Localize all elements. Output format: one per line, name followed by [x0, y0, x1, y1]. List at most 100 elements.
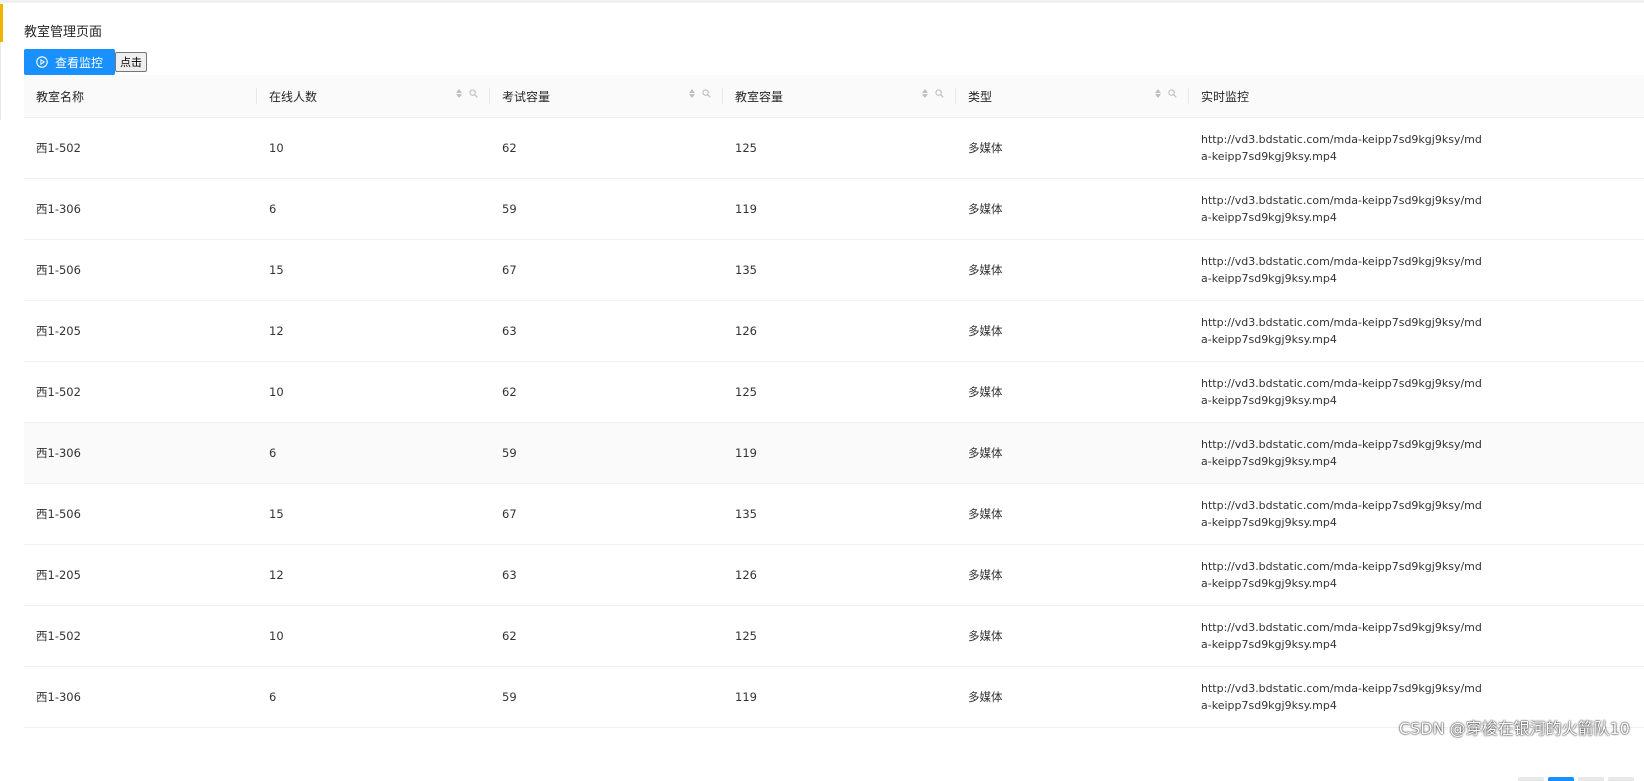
- cell-type: 多媒体: [956, 666, 1189, 728]
- pagination-page-active[interactable]: [1548, 777, 1574, 781]
- accent-bar: [0, 4, 3, 42]
- column-header-label: 在线人数: [269, 89, 318, 104]
- cell-type: 多媒体: [956, 605, 1189, 667]
- table-row[interactable]: 西1-205 12 63 126 多媒体 http://vd3.bdstatic.com/…: [24, 544, 1644, 606]
- cell-monitor-url: http://vd3.bdstatic.com/mda-keipp7sd9kgj…: [1189, 178, 1644, 240]
- search-icon[interactable]: [702, 89, 711, 98]
- cell-classroom-name: 西1-502: [24, 605, 257, 667]
- cell-online-count: 15: [257, 483, 490, 545]
- top-strip: [0, 0, 1644, 3]
- cell-room-capacity: 125: [723, 117, 956, 179]
- table-row[interactable]: 西1-506 15 67 135 多媒体 http://vd3.bdstatic.com/…: [24, 239, 1644, 301]
- column-header-online-count[interactable]: 在线人数: [257, 75, 490, 118]
- search-icon[interactable]: [1168, 89, 1177, 98]
- column-tools: [689, 89, 711, 98]
- cell-online-count: 12: [257, 300, 490, 362]
- left-divider: [0, 42, 1, 120]
- column-header-classroom-name: 教室名称: [24, 75, 257, 118]
- cell-classroom-name: 西1-502: [24, 117, 257, 179]
- cell-monitor-url: http://vd3.bdstatic.com/mda-keipp7sd9kgj…: [1189, 544, 1644, 606]
- cell-classroom-name: 西1-506: [24, 483, 257, 545]
- pagination-prev[interactable]: [1518, 777, 1544, 781]
- cell-exam-capacity: 67: [490, 239, 723, 301]
- table-body: 西1-502 10 62 125 多媒体 http://vd3.bdstatic.com/…: [24, 117, 1644, 728]
- cell-exam-capacity: 59: [490, 422, 723, 484]
- cell-room-capacity: 126: [723, 544, 956, 606]
- column-header-exam-capacity[interactable]: 考试容量: [490, 75, 723, 118]
- cell-online-count: 15: [257, 239, 490, 301]
- table-header-row: 教室名称 在线人数 考试容量 教室容量 类型 实时监控: [24, 75, 1644, 118]
- cell-exam-capacity: 59: [490, 666, 723, 728]
- table-row[interactable]: 西1-205 12 63 126 多媒体 http://vd3.bdstatic.com/…: [24, 300, 1644, 362]
- classroom-table: 教室名称 在线人数 考试容量 教室容量 类型 实时监控 西1-502 10 62 125 多媒体 h…: [24, 75, 1644, 781]
- watermark: CSDN @穿梭在银河的火箭队10: [1398, 719, 1630, 738]
- cell-monitor-url: http://vd3.bdstatic.com/mda-keipp7sd9kgj…: [1189, 239, 1644, 301]
- column-header-room-capacity[interactable]: 教室容量: [723, 75, 956, 118]
- cell-type: 多媒体: [956, 239, 1189, 301]
- table-row[interactable]: 西1-306 6 59 119 多媒体 http://vd3.bdstatic.com/m…: [24, 178, 1644, 240]
- cell-exam-capacity: 59: [490, 178, 723, 240]
- table-row[interactable]: 西1-502 10 62 125 多媒体 http://vd3.bdstatic.com/…: [24, 605, 1644, 667]
- cell-type: 多媒体: [956, 178, 1189, 240]
- cell-type: 多媒体: [956, 483, 1189, 545]
- column-header-label: 教室容量: [735, 89, 784, 104]
- sort-icon[interactable]: [922, 89, 928, 98]
- cell-monitor-url: http://vd3.bdstatic.com/mda-keipp7sd9kgj…: [1189, 483, 1644, 545]
- play-circle-icon: [36, 56, 48, 68]
- cell-online-count: 6: [257, 422, 490, 484]
- table-row[interactable]: 西1-306 6 59 119 多媒体 http://vd3.bdstatic.com/m…: [24, 422, 1644, 484]
- cell-room-capacity: 125: [723, 605, 956, 667]
- pagination-page[interactable]: [1578, 777, 1604, 781]
- search-icon[interactable]: [469, 89, 478, 98]
- click-button[interactable]: 点击: [115, 52, 148, 72]
- sort-icon[interactable]: [1155, 89, 1161, 98]
- cell-room-capacity: 119: [723, 666, 956, 728]
- cell-type: 多媒体: [956, 361, 1189, 423]
- cell-classroom-name: 西1-502: [24, 361, 257, 423]
- cell-exam-capacity: 62: [490, 117, 723, 179]
- cell-monitor-url: http://vd3.bdstatic.com/mda-keipp7sd9kgj…: [1189, 300, 1644, 362]
- cell-room-capacity: 135: [723, 483, 956, 545]
- cell-exam-capacity: 62: [490, 361, 723, 423]
- cell-room-capacity: 119: [723, 422, 956, 484]
- cell-exam-capacity: 67: [490, 483, 723, 545]
- sort-icon[interactable]: [456, 89, 462, 98]
- table-row[interactable]: 西1-506 15 67 135 多媒体 http://vd3.bdstatic.com/…: [24, 483, 1644, 545]
- column-header-type[interactable]: 类型: [956, 75, 1189, 118]
- sort-icon[interactable]: [689, 89, 695, 98]
- column-header-live-monitor: 实时监控: [1189, 75, 1644, 118]
- cell-classroom-name: 西1-306: [24, 178, 257, 240]
- cell-monitor-url: http://vd3.bdstatic.com/mda-keipp7sd9kgj…: [1189, 117, 1644, 179]
- cell-room-capacity: 126: [723, 300, 956, 362]
- cell-monitor-url: http://vd3.bdstatic.com/mda-keipp7sd9kgj…: [1189, 605, 1644, 667]
- cell-type: 多媒体: [956, 300, 1189, 362]
- pagination: [1518, 777, 1634, 781]
- column-header-label: 类型: [968, 89, 993, 104]
- search-icon[interactable]: [935, 89, 944, 98]
- cell-online-count: 10: [257, 605, 490, 667]
- view-monitor-button[interactable]: 查看监控: [24, 49, 116, 75]
- cell-type: 多媒体: [956, 544, 1189, 606]
- view-monitor-label: 查看监控: [55, 55, 104, 70]
- cell-room-capacity: 135: [723, 239, 956, 301]
- cell-online-count: 10: [257, 117, 490, 179]
- cell-online-count: 6: [257, 666, 490, 728]
- cell-monitor-url: http://vd3.bdstatic.com/mda-keipp7sd9kgj…: [1189, 422, 1644, 484]
- cell-type: 多媒体: [956, 422, 1189, 484]
- cell-online-count: 10: [257, 361, 490, 423]
- cell-classroom-name: 西1-306: [24, 422, 257, 484]
- cell-online-count: 6: [257, 178, 490, 240]
- cell-classroom-name: 西1-506: [24, 239, 257, 301]
- column-tools: [922, 89, 944, 98]
- column-header-label: 教室名称: [36, 89, 85, 104]
- column-header-label: 实时监控: [1201, 89, 1250, 104]
- table-row[interactable]: 西1-502 10 62 125 多媒体 http://vd3.bdstatic.com/…: [24, 361, 1644, 423]
- cell-classroom-name: 西1-205: [24, 544, 257, 606]
- cell-room-capacity: 119: [723, 178, 956, 240]
- cell-type: 多媒体: [956, 117, 1189, 179]
- table-row[interactable]: 西1-502 10 62 125 多媒体 http://vd3.bdstatic.com/…: [24, 117, 1644, 179]
- column-tools: [456, 89, 478, 98]
- cell-classroom-name: 西1-306: [24, 666, 257, 728]
- cell-online-count: 12: [257, 544, 490, 606]
- pagination-next[interactable]: [1608, 777, 1634, 781]
